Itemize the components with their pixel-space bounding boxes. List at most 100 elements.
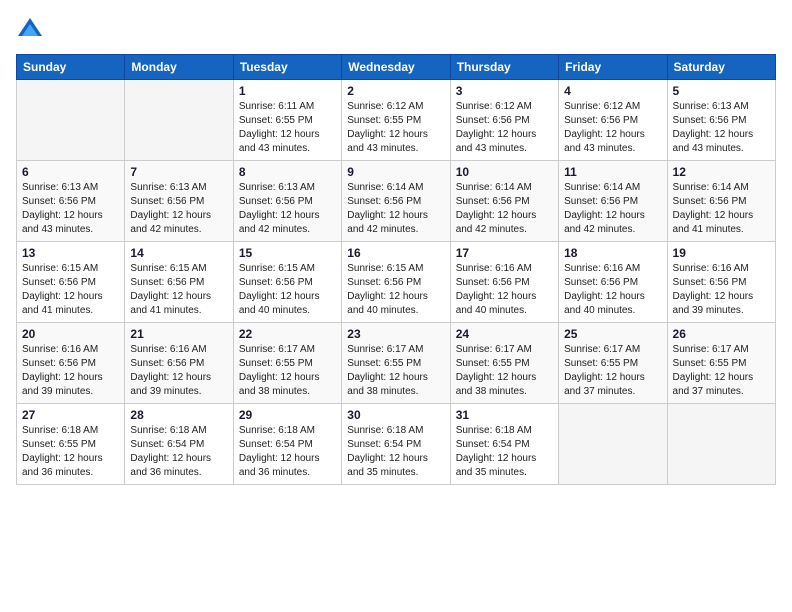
day-detail: Sunrise: 6:13 AM Sunset: 6:56 PM Dayligh…: [22, 181, 119, 237]
day-number: 15: [239, 246, 336, 260]
day-detail: Sunrise: 6:14 AM Sunset: 6:56 PM Dayligh…: [347, 181, 444, 237]
day-detail: Sunrise: 6:16 AM Sunset: 6:56 PM Dayligh…: [564, 262, 661, 318]
day-detail: Sunrise: 6:13 AM Sunset: 6:56 PM Dayligh…: [673, 100, 770, 156]
page-header: [16, 16, 776, 44]
day-detail: Sunrise: 6:18 AM Sunset: 6:54 PM Dayligh…: [239, 424, 336, 480]
day-number: 9: [347, 165, 444, 179]
calendar-cell: 3Sunrise: 6:12 AM Sunset: 6:56 PM Daylig…: [450, 80, 558, 161]
calendar-cell: 11 Sunrise: 6:14 AM Sunset: 6:56 PM Dayli…: [559, 161, 667, 242]
day-number: 29: [239, 408, 336, 422]
calendar-week-row: 13 Sunrise: 6:15 AM Sunset: 6:56 PM Dayli…: [17, 242, 776, 323]
calendar-week-row: 6 Sunrise: 6:13 AM Sunset: 6:56 PM Daylig…: [17, 161, 776, 242]
calendar-cell: 15 Sunrise: 6:15 AM Sunset: 6:56 PM Dayli…: [233, 242, 341, 323]
day-number: 21: [130, 327, 227, 341]
day-detail: Sunrise: 6:15 AM Sunset: 6:56 PM Dayligh…: [130, 262, 227, 318]
day-detail: Sunrise: 6:16 AM Sunset: 6:56 PM Dayligh…: [130, 343, 227, 399]
col-header-friday: Friday: [559, 55, 667, 80]
day-detail: Sunrise: 6:14 AM Sunset: 6:56 PM Dayligh…: [673, 181, 770, 237]
day-detail: Sunrise: 6:11 AM Sunset: 6:55 PM Dayligh…: [239, 100, 336, 156]
day-number: 28: [130, 408, 227, 422]
day-detail: Sunrise: 6:14 AM Sunset: 6:56 PM Dayligh…: [564, 181, 661, 237]
calendar-week-row: 1 Sunrise: 6:11 AM Sunset: 6:55 PM Daylig…: [17, 80, 776, 161]
calendar-cell: 4 Sunrise: 6:12 AM Sunset: 6:56 PM Daylig…: [559, 80, 667, 161]
day-detail: Sunrise: 6:15 AM Sunset: 6:56 PM Dayligh…: [239, 262, 336, 318]
calendar-week-row: 20 Sunrise: 6:16 AM Sunset: 6:56 PM Dayli…: [17, 323, 776, 404]
calendar-cell: 21 Sunrise: 6:16 AM Sunset: 6:56 PM Dayli…: [125, 323, 233, 404]
day-number: 23: [347, 327, 444, 341]
calendar-cell: [125, 80, 233, 161]
calendar-cell: 23 Sunrise: 6:17 AM Sunset: 6:55 PM Dayli…: [342, 323, 450, 404]
calendar-cell: 13 Sunrise: 6:15 AM Sunset: 6:56 PM Dayli…: [17, 242, 125, 323]
calendar-cell: 6 Sunrise: 6:13 AM Sunset: 6:56 PM Daylig…: [17, 161, 125, 242]
calendar-cell: 5 Sunrise: 6:13 AM Sunset: 6:56 PM Daylig…: [667, 80, 775, 161]
day-number: 27: [22, 408, 119, 422]
day-detail: Sunrise: 6:14 AM Sunset: 6:56 PM Dayligh…: [456, 181, 553, 237]
calendar-cell: 19 Sunrise: 6:16 AM Sunset: 6:56 PM Dayli…: [667, 242, 775, 323]
day-number: 10: [456, 165, 553, 179]
day-detail: Sunrise: 6:16 AM Sunset: 6:56 PM Dayligh…: [456, 262, 553, 318]
calendar-cell: 24Sunrise: 6:17 AM Sunset: 6:55 PM Dayli…: [450, 323, 558, 404]
day-detail: Sunrise: 6:18 AM Sunset: 6:54 PM Dayligh…: [456, 424, 553, 480]
day-detail: Sunrise: 6:13 AM Sunset: 6:56 PM Dayligh…: [239, 181, 336, 237]
day-detail: Sunrise: 6:12 AM Sunset: 6:56 PM Dayligh…: [564, 100, 661, 156]
day-detail: Sunrise: 6:12 AM Sunset: 6:55 PM Dayligh…: [347, 100, 444, 156]
col-header-monday: Monday: [125, 55, 233, 80]
col-header-tuesday: Tuesday: [233, 55, 341, 80]
calendar-cell: 14 Sunrise: 6:15 AM Sunset: 6:56 PM Dayli…: [125, 242, 233, 323]
day-number: 8: [239, 165, 336, 179]
day-detail: Sunrise: 6:17 AM Sunset: 6:55 PM Dayligh…: [564, 343, 661, 399]
day-number: 20: [22, 327, 119, 341]
calendar-cell: [559, 404, 667, 485]
day-detail: Sunrise: 6:16 AM Sunset: 6:56 PM Dayligh…: [22, 343, 119, 399]
day-detail: Sunrise: 6:18 AM Sunset: 6:54 PM Dayligh…: [347, 424, 444, 480]
day-detail: Sunrise: 6:17 AM Sunset: 6:55 PM Dayligh…: [239, 343, 336, 399]
day-detail: Sunrise: 6:17 AM Sunset: 6:55 PM Dayligh…: [347, 343, 444, 399]
calendar-cell: 16Sunrise: 6:15 AM Sunset: 6:56 PM Dayli…: [342, 242, 450, 323]
day-number: 11: [564, 165, 661, 179]
day-number: 14: [130, 246, 227, 260]
day-detail: Sunrise: 6:15 AM Sunset: 6:56 PM Dayligh…: [347, 262, 444, 318]
calendar-cell: 22 Sunrise: 6:17 AM Sunset: 6:55 PM Dayli…: [233, 323, 341, 404]
day-number: 3: [456, 84, 553, 98]
calendar-cell: [667, 404, 775, 485]
calendar-cell: 2 Sunrise: 6:12 AM Sunset: 6:55 PM Daylig…: [342, 80, 450, 161]
calendar-cell: 29 Sunrise: 6:18 AM Sunset: 6:54 PM Dayli…: [233, 404, 341, 485]
day-number: 7: [130, 165, 227, 179]
calendar-cell: 30 Sunrise: 6:18 AM Sunset: 6:54 PM Dayli…: [342, 404, 450, 485]
calendar-cell: 26 Sunrise: 6:17 AM Sunset: 6:55 PM Dayli…: [667, 323, 775, 404]
calendar-cell: 1 Sunrise: 6:11 AM Sunset: 6:55 PM Daylig…: [233, 80, 341, 161]
day-number: 24: [456, 327, 553, 341]
calendar-cell: 7 Sunrise: 6:13 AM Sunset: 6:56 PM Daylig…: [125, 161, 233, 242]
day-number: 5: [673, 84, 770, 98]
col-header-wednesday: Wednesday: [342, 55, 450, 80]
col-header-thursday: Thursday: [450, 55, 558, 80]
day-number: 13: [22, 246, 119, 260]
day-number: 30: [347, 408, 444, 422]
day-number: 31: [456, 408, 553, 422]
day-number: 22: [239, 327, 336, 341]
day-detail: Sunrise: 6:16 AM Sunset: 6:56 PM Dayligh…: [673, 262, 770, 318]
day-detail: Sunrise: 6:18 AM Sunset: 6:55 PM Dayligh…: [22, 424, 119, 480]
col-header-saturday: Saturday: [667, 55, 775, 80]
day-detail: Sunrise: 6:13 AM Sunset: 6:56 PM Dayligh…: [130, 181, 227, 237]
calendar-cell: 27 Sunrise: 6:18 AM Sunset: 6:55 PM Dayli…: [17, 404, 125, 485]
day-detail: Sunrise: 6:18 AM Sunset: 6:54 PM Dayligh…: [130, 424, 227, 480]
day-number: 26: [673, 327, 770, 341]
day-number: 2: [347, 84, 444, 98]
day-detail: Sunrise: 6:15 AM Sunset: 6:56 PM Dayligh…: [22, 262, 119, 318]
calendar-cell: 28 Sunrise: 6:18 AM Sunset: 6:54 PM Dayli…: [125, 404, 233, 485]
calendar-cell: 10 Sunrise: 6:14 AM Sunset: 6:56 PM Dayli…: [450, 161, 558, 242]
calendar-cell: 25Sunrise: 6:17 AM Sunset: 6:55 PM Dayli…: [559, 323, 667, 404]
day-number: 4: [564, 84, 661, 98]
day-number: 19: [673, 246, 770, 260]
calendar-cell: 9 Sunrise: 6:14 AM Sunset: 6:56 PM Daylig…: [342, 161, 450, 242]
calendar-header-row: SundayMondayTuesdayWednesdayThursdayFrid…: [17, 55, 776, 80]
day-number: 12: [673, 165, 770, 179]
day-detail: Sunrise: 6:17 AM Sunset: 6:55 PM Dayligh…: [673, 343, 770, 399]
day-number: 17: [456, 246, 553, 260]
day-number: 6: [22, 165, 119, 179]
day-number: 1: [239, 84, 336, 98]
calendar-cell: 17 Sunrise: 6:16 AM Sunset: 6:56 PM Dayli…: [450, 242, 558, 323]
calendar-cell: 20 Sunrise: 6:16 AM Sunset: 6:56 PM Dayli…: [17, 323, 125, 404]
calendar-cell: [17, 80, 125, 161]
